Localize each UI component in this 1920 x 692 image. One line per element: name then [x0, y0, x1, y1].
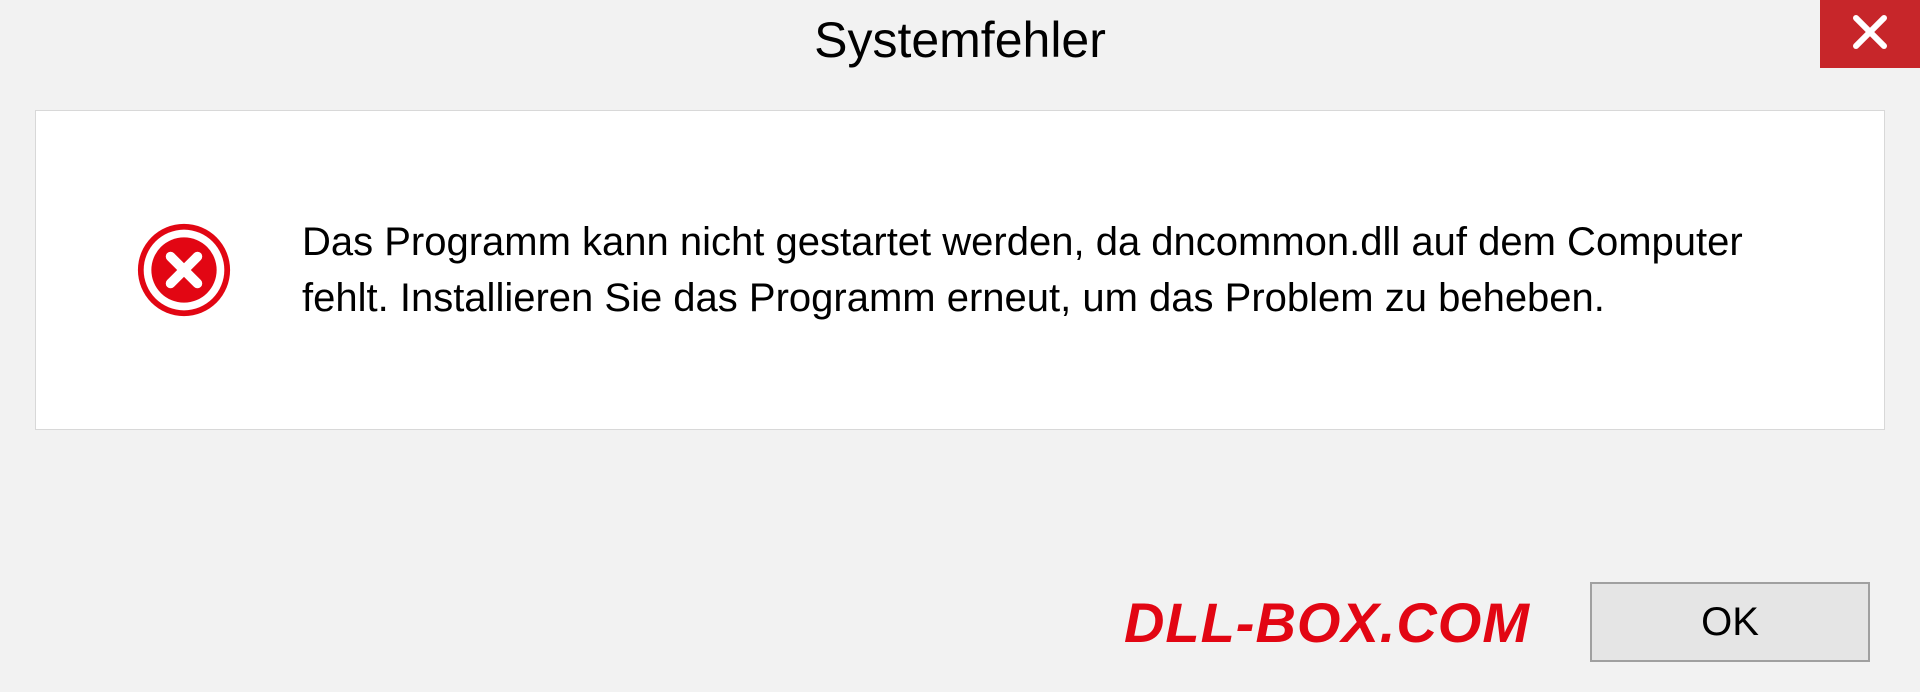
dialog-content: Das Programm kann nicht gestartet werden… — [35, 110, 1885, 430]
titlebar: Systemfehler — [0, 0, 1920, 80]
dialog-footer: DLL-BOX.COM OK — [0, 582, 1920, 662]
dialog-message: Das Programm kann nicht gestartet werden… — [302, 214, 1824, 326]
ok-button[interactable]: OK — [1590, 582, 1870, 662]
ok-button-label: OK — [1701, 600, 1759, 645]
dialog-title: Systemfehler — [814, 11, 1106, 69]
close-icon — [1850, 12, 1890, 57]
error-icon — [136, 222, 232, 318]
watermark-text: DLL-BOX.COM — [1124, 590, 1530, 655]
close-button[interactable] — [1820, 0, 1920, 68]
